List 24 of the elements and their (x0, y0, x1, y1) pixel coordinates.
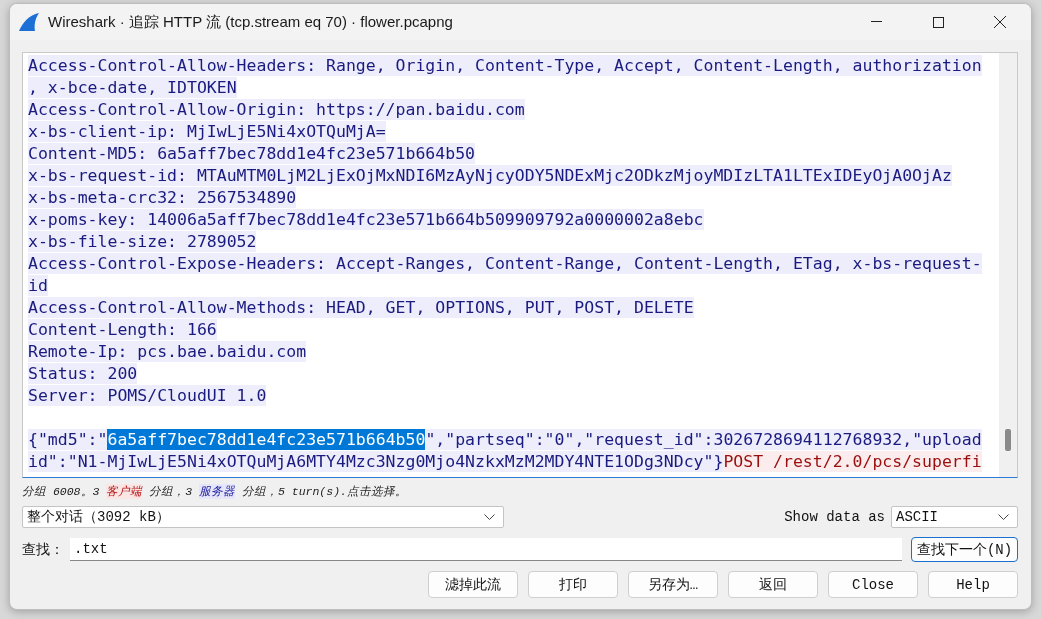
shark-fin-icon (18, 13, 40, 31)
dialog-button[interactable]: Close (828, 571, 918, 598)
dialog-button[interactable]: 返回 (728, 571, 818, 598)
dialog-button[interactable]: 另存为… (628, 571, 718, 598)
stream-line: {"md5":"6a5aff7bec78dd1e4fc23e571b664b50","partseq":"0","request_id":3026728694112768932,"upload (28, 429, 983, 451)
chevron-icon (484, 513, 495, 521)
show-data-label: Show data as (784, 509, 885, 525)
find-label: 查找： (22, 540, 64, 559)
find-field[interactable]: .txt (70, 538, 902, 561)
stream-text-area[interactable] (22, 52, 1018, 478)
close-icon (994, 16, 1006, 28)
conversation-dropdown[interactable]: 整个对话（3092 kB） (22, 506, 504, 528)
status-text: 分组 6008。3 客户端 分组，3 服务器 分组，5 turn(s).点击选择。 (22, 484, 408, 500)
dialog-button[interactable]: Help (928, 571, 1018, 598)
find-next-button[interactable]: 查找下一个(N) (911, 537, 1018, 562)
dialog-button[interactable]: 滤掉此流 (428, 571, 518, 598)
data-format-dropdown[interactable]: ASCII (891, 506, 1018, 528)
chevron-icon (998, 513, 1009, 521)
minimize-icon (870, 21, 882, 23)
window-title: Wireshark · 追踪 HTTP 流 (tcp.stream eq 70) · flower.pcapng (48, 12, 454, 32)
stream-line: id":"N1-MjIwLjE5Ni4xOTQuMjA6MTY4Mzc3Nzg0Mjo4NzkxMzM2MDY4NTE1ODg3NDcy"}POST /rest/2.0/pcs/superfi (28, 451, 983, 473)
dialog-button[interactable]: 打印 (528, 571, 618, 598)
maximize-icon (932, 16, 944, 28)
scrollbar[interactable] (999, 53, 1017, 477)
